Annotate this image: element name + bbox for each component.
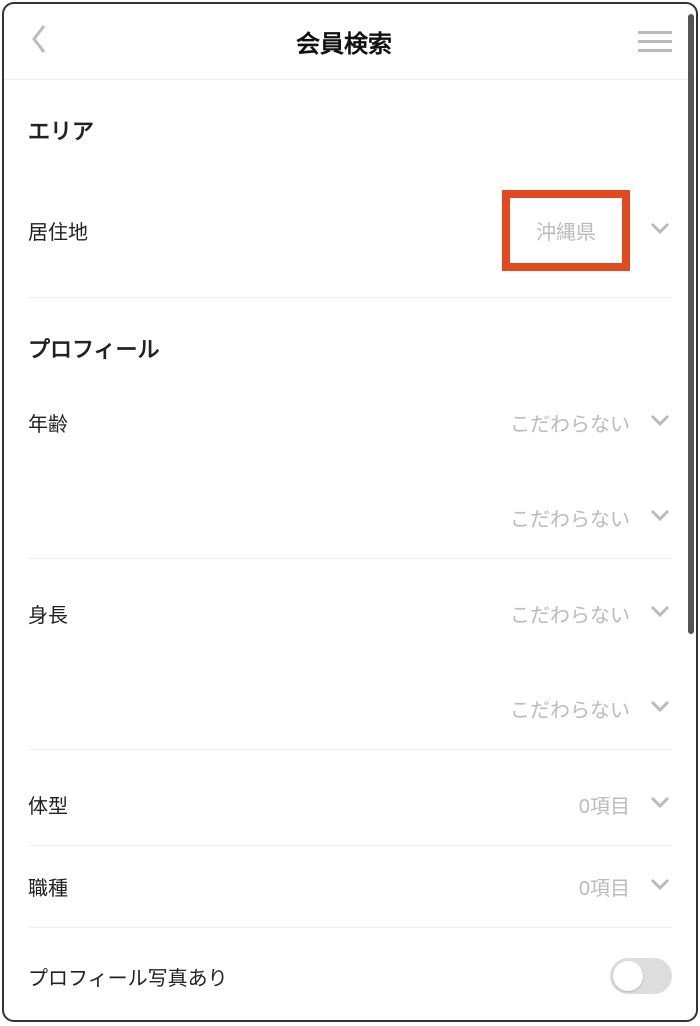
row-body-type[interactable]: 体型 0項目 (28, 750, 672, 846)
toggle-photo-filter[interactable] (610, 958, 672, 994)
page-title: 会員検索 (296, 24, 392, 59)
value-age-to: こだわらない (510, 503, 630, 532)
label-photo: プロフィール写真あり (28, 962, 228, 991)
label-body: 体型 (28, 790, 68, 819)
chevron-down-icon (648, 220, 672, 241)
row-age-to[interactable]: こだわらない (28, 463, 672, 559)
back-icon[interactable] (28, 22, 50, 61)
scrollbar-indicator[interactable] (688, 14, 694, 634)
chevron-down-icon (648, 507, 672, 528)
header: 会員検索 (4, 4, 696, 80)
hamburger-menu-icon[interactable] (638, 31, 672, 52)
row-height-to[interactable]: こだわらない (28, 654, 672, 750)
section-title-area: エリア (28, 80, 672, 164)
chevron-down-icon (648, 876, 672, 897)
value-age-from: こだわらない (510, 408, 630, 437)
row-photo-filter: プロフィール写真あり (28, 928, 672, 994)
row-residence[interactable]: 居住地 沖縄県 (28, 164, 672, 298)
chevron-down-icon (648, 412, 672, 433)
label-height: 身長 (28, 599, 68, 628)
row-height-from[interactable]: 身長 こだわらない (28, 559, 672, 654)
chevron-down-icon (648, 698, 672, 719)
value-residence: 沖縄県 (536, 222, 596, 244)
value-body: 0項目 (579, 790, 630, 819)
value-height-from: こだわらない (510, 599, 630, 628)
chevron-down-icon (648, 794, 672, 815)
chevron-down-icon (648, 603, 672, 624)
label-residence: 居住地 (28, 216, 88, 245)
value-height-to: こだわらない (510, 694, 630, 723)
row-occupation[interactable]: 職種 0項目 (28, 846, 672, 928)
row-age-from[interactable]: 年齢 こだわらない (28, 382, 672, 463)
label-occupation: 職種 (28, 872, 68, 901)
label-age: 年齢 (28, 408, 68, 437)
highlight-residence-value: 沖縄県 (502, 190, 630, 271)
section-title-profile: プロフィール (28, 298, 672, 382)
toggle-knob (613, 961, 643, 991)
value-occupation: 0項目 (579, 872, 630, 901)
